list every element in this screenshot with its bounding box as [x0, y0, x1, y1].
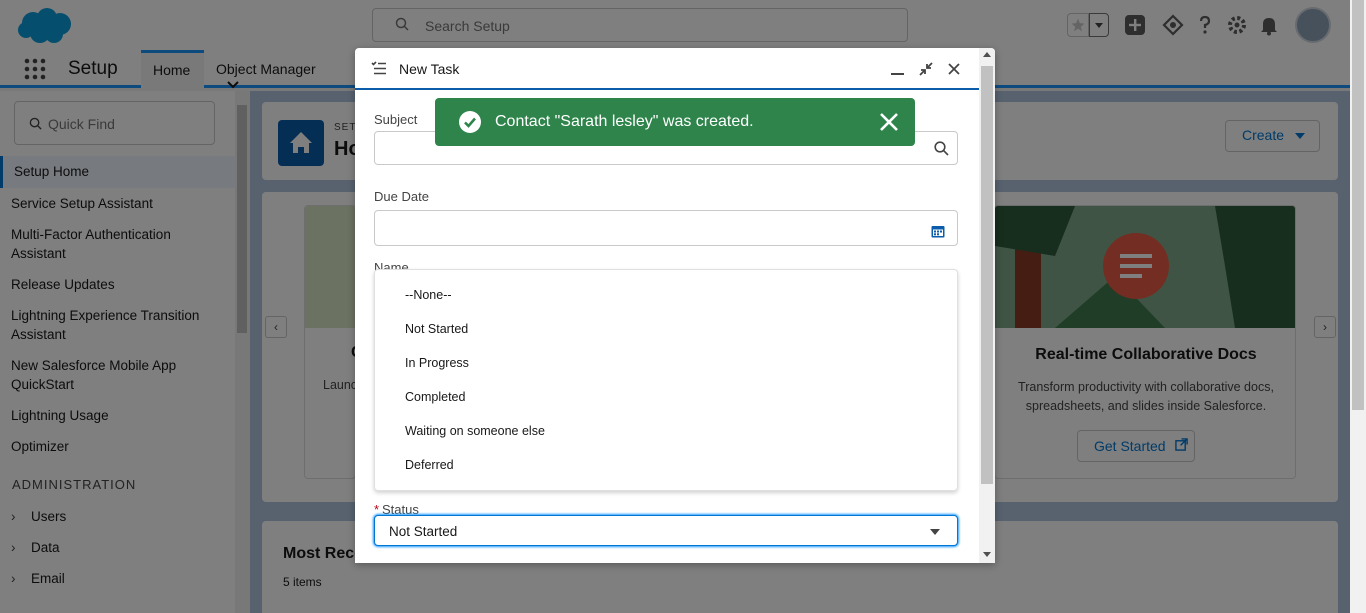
modal-scrollbar[interactable] — [979, 48, 995, 563]
toast-message: Contact "Sarath lesley" was created. — [495, 113, 754, 130]
task-list-icon — [371, 61, 386, 75]
success-check-icon — [459, 111, 481, 133]
status-dropdown-listbox: --None-- Not Started In Progress Complet… — [374, 269, 958, 491]
status-option-deferred[interactable]: Deferred — [405, 458, 454, 472]
modal-header: New Task — [355, 48, 979, 90]
status-option-completed[interactable]: Completed — [405, 390, 465, 404]
subject-label: Subject — [374, 112, 418, 127]
search-icon[interactable] — [934, 141, 949, 156]
status-select[interactable]: Not Started — [374, 515, 958, 546]
status-select-value: Not Started — [389, 524, 458, 539]
status-option-waiting[interactable]: Waiting on someone else — [405, 424, 545, 438]
status-option-none[interactable]: --None-- — [405, 288, 452, 302]
due-date-input[interactable] — [374, 210, 958, 246]
caret-down-icon — [930, 529, 940, 535]
modal-title: New Task — [399, 61, 460, 77]
calendar-icon[interactable] — [931, 224, 945, 238]
scroll-up-arrow-icon[interactable] — [983, 52, 991, 57]
scroll-down-arrow-icon[interactable] — [983, 552, 991, 557]
success-toast: Contact "Sarath lesley" was created. — [435, 98, 915, 146]
status-option-in-progress[interactable]: In Progress — [405, 356, 469, 370]
due-date-label: Due Date — [374, 189, 429, 204]
modal-scrollbar-thumb[interactable] — [981, 66, 993, 484]
page-scrollbar[interactable] — [1350, 0, 1366, 613]
page-scrollbar-thumb[interactable] — [1352, 0, 1364, 410]
collapse-icon[interactable] — [917, 60, 935, 78]
close-icon[interactable] — [945, 60, 963, 78]
minimize-icon[interactable] — [889, 60, 907, 78]
close-icon[interactable] — [879, 112, 899, 132]
status-option-not-started[interactable]: Not Started — [405, 322, 468, 336]
